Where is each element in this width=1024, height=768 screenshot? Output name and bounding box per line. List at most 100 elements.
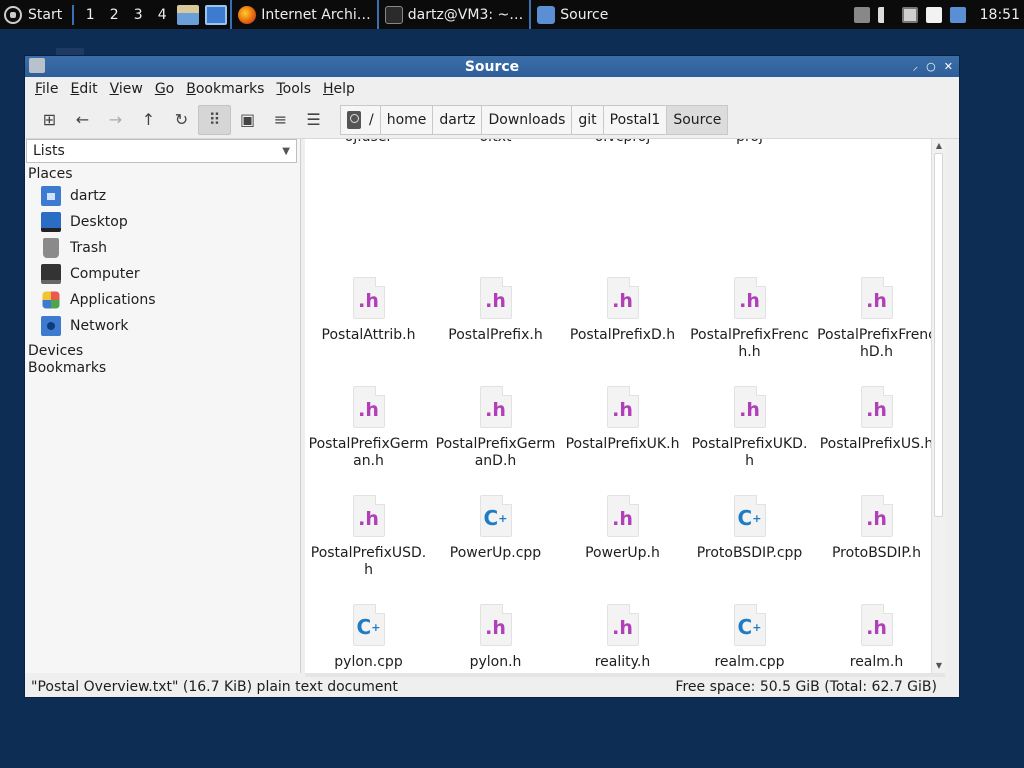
file-type-glyph: h	[358, 291, 379, 310]
place-desktop[interactable]: Desktop	[25, 209, 300, 235]
file-item[interactable]: Cpylon.cpp	[305, 604, 432, 671]
breadcrumb-postal1[interactable]: Postal1	[602, 104, 668, 135]
desktop-icon	[41, 212, 61, 232]
c-header-file-icon: h	[733, 386, 766, 428]
scroll-down-icon[interactable]: ▼	[932, 659, 945, 673]
file-item[interactable]: h PostalAttrib.h	[305, 277, 432, 344]
file-item[interactable]: Postal Plus Demo.vcproj	[559, 139, 686, 146]
vertical-scrollbar[interactable]: ▲ ▼	[931, 139, 945, 673]
file-item[interactable]: h PostalPrefixUKD.h	[686, 386, 813, 470]
file-item[interactable]: Crealm.cpp	[686, 604, 813, 671]
file-item[interactable]: h PostalPrefixUSD.h	[305, 495, 432, 579]
status-selection: "Postal Overview.txt" (16.7 KiB) plain t…	[31, 679, 398, 695]
file-name: PostalAttrib.h	[321, 327, 416, 343]
scroll-thumb[interactable]	[934, 153, 943, 517]
up-icon[interactable]: ↑	[132, 105, 165, 135]
file-name: PostalPrefixGerman.h	[308, 436, 429, 469]
file-view[interactable]: Postal Plus.vcxproj.userPostal Plus Demo…	[305, 139, 945, 673]
file-item[interactable]: h PostalPrefixFrenchD.h	[813, 277, 940, 361]
task-firefox[interactable]: Internet Archi…	[230, 0, 377, 29]
breadcrumb-root[interactable]: /	[340, 104, 381, 135]
file-name: Postal Plus Demo.vcproj	[559, 139, 686, 146]
place-computer[interactable]: Computer	[25, 261, 300, 287]
volume-icon[interactable]	[877, 6, 894, 23]
file-item[interactable]: h PostalPrefixUK.h	[559, 386, 686, 453]
reload-icon[interactable]: ↻	[165, 105, 198, 135]
file-item[interactable]: h realm.h	[813, 604, 940, 671]
close-icon[interactable]: ✕	[944, 60, 953, 73]
workspace-3[interactable]: 3	[126, 3, 150, 27]
c-header-file-icon: h	[479, 386, 512, 428]
clock[interactable]: 18:51	[980, 7, 1020, 23]
file-name: reality.h	[594, 654, 651, 670]
breadcrumb-dartz[interactable]: dartz	[432, 104, 483, 135]
breadcrumb-home[interactable]: home	[379, 104, 434, 135]
file-item[interactable]: Postal Plus.vcxproj.user	[305, 139, 432, 146]
task-source[interactable]: Source	[529, 0, 614, 29]
forward-icon[interactable]: →	[99, 105, 132, 135]
file-item[interactable]: h PostalPrefixD.h	[559, 277, 686, 344]
file-item[interactable]: h PostalPrefixFrench.h	[686, 277, 813, 361]
menu-edit[interactable]: Edit	[70, 81, 97, 97]
icon-view-icon[interactable]: ⠿	[198, 104, 231, 135]
trash-icon	[43, 238, 59, 258]
side-pane-mode-select[interactable]: Lists ▼	[26, 139, 297, 163]
desktop-launcher-icon[interactable]	[205, 4, 228, 25]
clipboard-icon[interactable]	[925, 6, 942, 23]
c-header-file-icon: h	[606, 604, 639, 646]
file-item[interactable]: h ProtoBSDIP.h	[813, 495, 940, 562]
task-terminal[interactable]: dartz@VM3: ~…	[376, 0, 530, 29]
window-titlebar[interactable]: Source ⸝ ○ ✕	[25, 56, 959, 77]
scroll-up-icon[interactable]: ▲	[932, 139, 945, 153]
file-item[interactable]: C PowerUp.cpp	[432, 495, 559, 562]
place-network[interactable]: Network	[25, 313, 300, 339]
start-button[interactable]: Start	[0, 0, 68, 29]
devices-heading[interactable]: Devices	[25, 343, 300, 360]
new-tab-icon[interactable]: ⊞	[33, 105, 66, 135]
maximize-icon[interactable]: ○	[926, 60, 936, 73]
workspace-1[interactable]: 1	[78, 3, 102, 27]
menubar: File Edit View Go Bookmarks Tools Help	[25, 77, 959, 101]
file-item[interactable]: h PowerUp.h	[559, 495, 686, 562]
battery-icon[interactable]	[853, 6, 870, 23]
toolbar: ⊞ ← → ↑ ↻ ⠿ ▣ ≡ ☰ / home dartz Downloads…	[25, 101, 959, 139]
file-item[interactable]: Postal Plus MP.vcproj	[686, 139, 813, 146]
menu-file[interactable]: File	[35, 81, 58, 97]
compact-view-icon[interactable]: ≡	[264, 105, 297, 135]
file-type-glyph: h	[485, 400, 506, 419]
detailed-list-view-icon[interactable]: ☰	[297, 105, 330, 135]
file-item[interactable]: h pylon.h	[432, 604, 559, 671]
thumbnail-view-icon[interactable]: ▣	[231, 105, 264, 135]
place-applications[interactable]: Applications	[25, 287, 300, 313]
minimize-icon[interactable]: ⸝	[913, 59, 919, 74]
file-item[interactable]: C ProtoBSDIP.cpp	[686, 495, 813, 562]
places-heading[interactable]: Places	[25, 166, 300, 183]
file-item[interactable]: h PostalPrefixGermanD.h	[432, 386, 559, 470]
back-icon[interactable]: ←	[66, 105, 99, 135]
menu-bookmarks[interactable]: Bookmarks	[186, 81, 264, 97]
breadcrumb-downloads[interactable]: Downloads	[481, 104, 573, 135]
file-item[interactable]: h PostalPrefixGerman.h	[305, 386, 432, 470]
workspace-4[interactable]: 4	[150, 3, 174, 27]
file-item[interactable]: h PostalPrefixUS.h	[813, 386, 940, 453]
place-dartz[interactable]: dartz	[25, 183, 300, 209]
menu-tools[interactable]: Tools	[276, 81, 311, 97]
file-manager-launcher-icon[interactable]	[177, 4, 200, 25]
file-item[interactable]: h reality.h	[559, 604, 686, 671]
file-name: PostalPrefixD.h	[569, 327, 676, 343]
cpp-source-file-icon: C	[479, 495, 512, 537]
breadcrumb-source[interactable]: Source	[666, 104, 729, 135]
c-header-file-icon: h	[860, 277, 893, 319]
menu-go[interactable]: Go	[155, 81, 174, 97]
window-folder-icon	[29, 58, 45, 73]
file-item[interactable]: Postal Plus Demo.txt	[432, 139, 559, 146]
workspace-2[interactable]: 2	[102, 3, 126, 27]
menu-view[interactable]: View	[110, 81, 143, 97]
breadcrumb-git[interactable]: git	[571, 104, 604, 135]
file-item[interactable]: h PostalPrefix.h	[432, 277, 559, 344]
place-trash[interactable]: Trash	[25, 235, 300, 261]
bookmarks-heading[interactable]: Bookmarks	[25, 360, 300, 377]
menu-help[interactable]: Help	[323, 81, 355, 97]
network-tray-icon[interactable]	[901, 6, 918, 23]
updates-icon[interactable]	[949, 6, 966, 23]
